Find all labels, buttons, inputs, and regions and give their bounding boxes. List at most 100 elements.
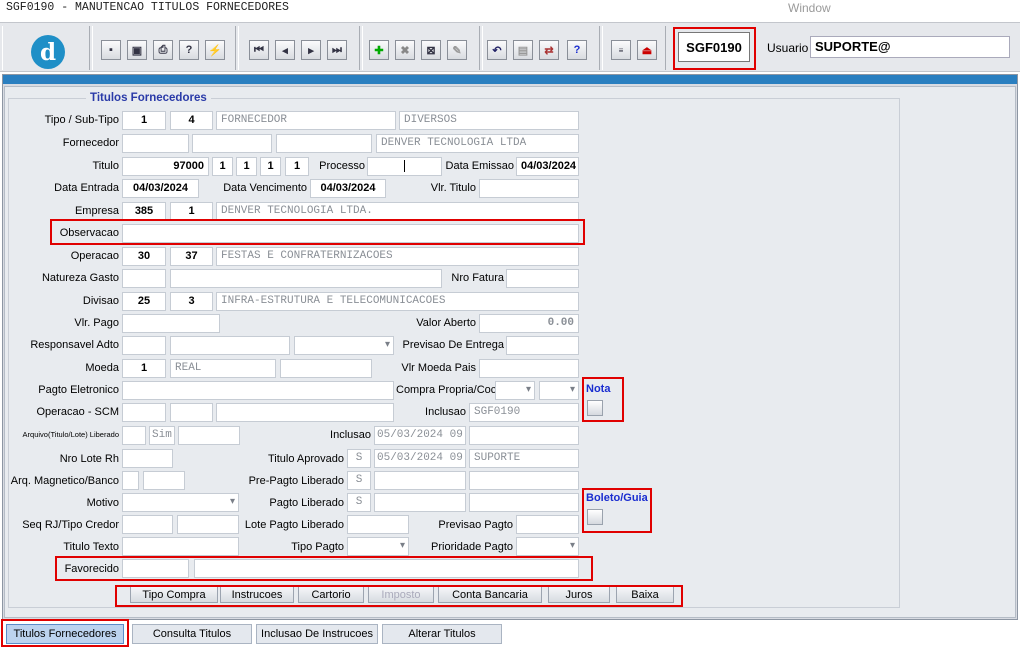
- titulo-texto-field[interactable]: [122, 537, 239, 556]
- first-record-icon[interactable]: ⏮: [249, 40, 269, 60]
- menu-icon[interactable]: ≡: [611, 40, 631, 60]
- resp-adto-code-field[interactable]: [122, 336, 166, 355]
- tab-inclusao-instrucoes[interactable]: Inclusao De Instrucoes: [256, 624, 378, 644]
- baixa-button[interactable]: Baixa: [616, 586, 674, 603]
- fornecedor-label: Fornecedor: [62, 137, 119, 149]
- vlr-moeda-pais-field[interactable]: [479, 359, 579, 378]
- conta-bancaria-button[interactable]: Conta Bancaria: [438, 586, 542, 603]
- previsao-entrega-field[interactable]: [506, 336, 579, 355]
- undo-icon[interactable]: ↶: [487, 40, 507, 60]
- compra-coc-dropdown[interactable]: [539, 381, 579, 400]
- query-icon[interactable]: ?: [179, 40, 199, 60]
- banco-field[interactable]: [143, 471, 185, 490]
- operacao-scm-field[interactable]: [122, 403, 166, 422]
- empresa-filial-field[interactable]: 1: [170, 202, 213, 221]
- data-entrada-field[interactable]: 04/03/2024: [122, 179, 199, 198]
- inclusao-extra-field: [469, 426, 579, 445]
- titulo-part1-field[interactable]: 1: [212, 157, 233, 176]
- moeda-extra-field: [280, 359, 372, 378]
- print-icon[interactable]: ⎙: [153, 40, 173, 60]
- delete-record-icon[interactable]: ✖: [395, 40, 415, 60]
- lote-pagto-field[interactable]: [347, 515, 409, 534]
- vlr-pago-field[interactable]: [122, 314, 220, 333]
- favorecido-name-field[interactable]: [194, 559, 579, 578]
- natureza-code-field[interactable]: [122, 269, 166, 288]
- instrucoes-button[interactable]: Instrucoes: [220, 586, 294, 603]
- next-record-icon[interactable]: ▸: [301, 40, 321, 60]
- paste-icon[interactable]: ▤: [513, 40, 533, 60]
- arq-magnetico-field[interactable]: [122, 471, 139, 490]
- imposto-button[interactable]: Imposto: [368, 586, 434, 603]
- arquivo-flag-field[interactable]: [122, 426, 146, 445]
- tab-consulta-titulos[interactable]: Consulta Titulos: [132, 624, 252, 644]
- resp-adto-dropdown[interactable]: [294, 336, 394, 355]
- fornecedor-cnpj-field[interactable]: [192, 134, 272, 153]
- tipo-compra-button[interactable]: Tipo Compra: [130, 586, 218, 603]
- natureza-desc-field: [170, 269, 442, 288]
- module-code: SGF0190: [678, 32, 750, 62]
- cartorio-button[interactable]: Cartorio: [298, 586, 364, 603]
- empresa-field[interactable]: 385: [122, 202, 166, 221]
- titulo-part2-field[interactable]: 1: [236, 157, 257, 176]
- titulo-part4-field[interactable]: 1: [285, 157, 309, 176]
- juros-button[interactable]: Juros: [548, 586, 610, 603]
- arquivo-sim-field: Sim: [149, 426, 175, 445]
- operacao-field[interactable]: 30: [122, 247, 166, 266]
- operacao-sub-field[interactable]: 37: [170, 247, 213, 266]
- vlr-moeda-pais-label: Vlr Moeda Pais: [401, 362, 476, 374]
- titulo-field[interactable]: 97000: [122, 157, 209, 176]
- nota-button[interactable]: [587, 400, 603, 416]
- observacao-field[interactable]: [122, 224, 579, 243]
- vlr-pago-label: Vlr. Pago: [74, 317, 119, 329]
- tab-titulos-fornecedores[interactable]: Titulos Fornecedores: [6, 624, 124, 644]
- fornecedor-code-field[interactable]: [122, 134, 189, 153]
- fornecedor-extra-field[interactable]: [276, 134, 372, 153]
- edit-icon[interactable]: ✎: [447, 40, 467, 60]
- clear-icon[interactable]: ⊠: [421, 40, 441, 60]
- subtipo-field[interactable]: 4: [170, 111, 213, 130]
- transfer-icon[interactable]: ⇄: [539, 40, 559, 60]
- nro-fatura-field[interactable]: [506, 269, 579, 288]
- divisao-sub-field[interactable]: 3: [170, 292, 213, 311]
- titulo-part3-field[interactable]: 1: [260, 157, 281, 176]
- pagto-eletronico-field[interactable]: [122, 381, 394, 400]
- favorecido-code-field[interactable]: [122, 559, 189, 578]
- valor-aberto-label: Valor Aberto: [416, 317, 476, 329]
- seq-rj-field[interactable]: [122, 515, 173, 534]
- data-emissao-field[interactable]: 04/03/2024: [516, 157, 579, 176]
- previsao-pagto-field[interactable]: [516, 515, 579, 534]
- processo-field[interactable]: [367, 157, 442, 176]
- seq-rj-label: Seq RJ/Tipo Credor: [22, 519, 119, 531]
- tab-alterar-titulos[interactable]: Alterar Titulos: [382, 624, 502, 644]
- compra-propria-dropdown[interactable]: [495, 381, 535, 400]
- previous-record-icon[interactable]: ◂: [275, 40, 295, 60]
- tipo-pagto-dropdown[interactable]: [347, 537, 409, 556]
- arquivo-label: Arquivo(Titulo/Lote) Liberado: [22, 430, 119, 439]
- prioridade-dropdown[interactable]: [516, 537, 579, 556]
- data-vencimento-field[interactable]: 04/03/2024: [310, 179, 386, 198]
- window-title: SGF0190 - MANUTENCAO TITULOS FORNECEDORE…: [6, 1, 289, 14]
- help-icon[interactable]: ?: [567, 40, 587, 60]
- tipo-field[interactable]: 1: [122, 111, 166, 130]
- pagto-liberado-label: Pagto Liberado: [269, 497, 344, 509]
- moeda-field[interactable]: 1: [122, 359, 166, 378]
- insert-record-icon[interactable]: ✚: [369, 40, 389, 60]
- motivo-dropdown[interactable]: [122, 493, 239, 512]
- execute-query-icon[interactable]: ⚡: [205, 40, 225, 60]
- operacao-scm-sub-field[interactable]: [170, 403, 213, 422]
- tipo-credor-field[interactable]: [177, 515, 239, 534]
- motivo-label: Motivo: [86, 497, 119, 509]
- divisao-field[interactable]: 25: [122, 292, 166, 311]
- observacao-label: Observacao: [59, 227, 119, 239]
- user-field[interactable]: SUPORTE@: [810, 36, 1010, 58]
- lote-pagto-label: Lote Pagto Liberado: [244, 519, 344, 531]
- exit-icon[interactable]: ⏏: [637, 40, 657, 60]
- arquivo-extra-field: [178, 426, 240, 445]
- last-record-icon[interactable]: ⏭: [327, 40, 347, 60]
- window-icon[interactable]: ▣: [127, 40, 147, 60]
- nro-lote-field[interactable]: [122, 449, 173, 468]
- save-icon[interactable]: ▪: [101, 40, 121, 60]
- window-menu[interactable]: Window: [788, 1, 831, 15]
- boleto-button[interactable]: [587, 509, 603, 525]
- vlr-titulo-field[interactable]: [479, 179, 579, 198]
